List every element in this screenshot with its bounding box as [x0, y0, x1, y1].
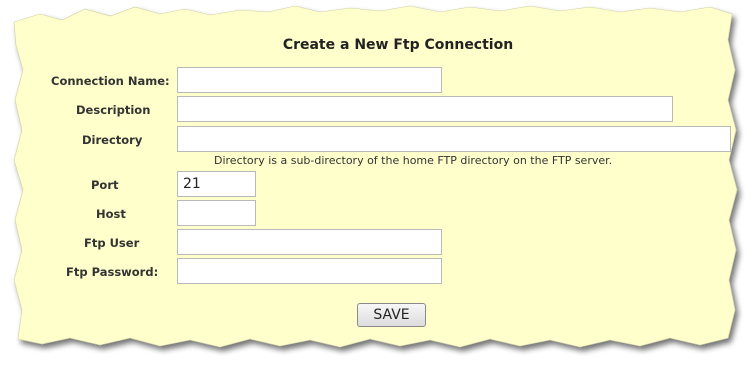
- host-input[interactable]: [177, 200, 256, 226]
- port-input[interactable]: 21: [177, 171, 256, 197]
- ftp-connection-form: Create a New Ftp Connection Connection N…: [0, 0, 749, 375]
- ftp-password-label: Ftp Password:: [66, 265, 159, 279]
- save-button[interactable]: SAVE: [357, 303, 426, 327]
- port-label: Port: [91, 178, 119, 192]
- ftp-password-input[interactable]: [177, 258, 442, 284]
- description-label: Description: [76, 103, 151, 117]
- directory-label: Directory: [82, 133, 143, 147]
- connection-name-label: Connection Name:: [51, 74, 170, 88]
- description-input[interactable]: [177, 96, 673, 122]
- directory-input[interactable]: [177, 126, 731, 152]
- ftp-user-label: Ftp User: [84, 236, 140, 250]
- host-label: Host: [96, 207, 126, 221]
- ftp-user-input[interactable]: [177, 229, 442, 255]
- directory-hint: Directory is a sub-directory of the home…: [214, 154, 613, 167]
- connection-name-input[interactable]: [177, 67, 442, 93]
- form-title: Create a New Ftp Connection: [282, 37, 514, 53]
